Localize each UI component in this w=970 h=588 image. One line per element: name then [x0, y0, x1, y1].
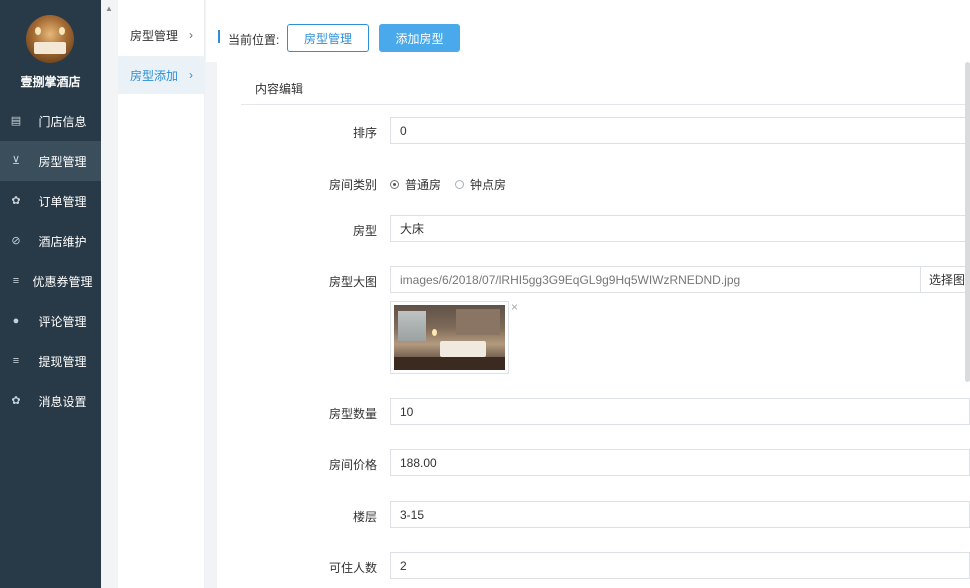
- radio-hourly-room-label: 钟点房: [470, 178, 507, 192]
- cart-icon: ⊻: [11, 155, 21, 167]
- sidebar-nav: ▤ 门店信息 ⊻ 房型管理 ✿ 订单管理 ⊘ 酒店维护 ≡ 优惠券管理 ● 评论…: [0, 101, 101, 421]
- room-type-input[interactable]: 大床: [390, 215, 970, 242]
- sort-label: 排序: [352, 126, 377, 140]
- subnav-item-label: 房型管理: [130, 28, 179, 43]
- user-icon: ●: [12, 315, 20, 327]
- list-icon: ≡: [12, 275, 20, 287]
- quantity-input[interactable]: 10: [390, 398, 970, 425]
- quantity-label: 房型数量: [328, 407, 377, 421]
- chevron-right-icon: ›: [189, 68, 193, 82]
- hotel-avatar: [26, 15, 74, 63]
- sidebar-item-label: 房型管理: [38, 154, 87, 169]
- panel-header: 内容编辑: [241, 72, 970, 105]
- main-content: 当前位置: 房型管理 添加房型 内容编辑 排序 0 房间类别 普通房 钟点房 房…: [206, 0, 970, 588]
- breadcrumb-marker: [218, 30, 220, 43]
- breadcrumb-label: 当前位置:: [228, 33, 280, 47]
- sidebar-item-reviews[interactable]: ● 评论管理: [0, 301, 101, 341]
- hotel-name: 壹捌掌酒店: [20, 75, 81, 89]
- remove-image-icon[interactable]: ×: [511, 300, 518, 314]
- select-image-button[interactable]: 选择图片: [920, 266, 970, 293]
- room-image-path-input[interactable]: images/6/2018/07/lRHI5gg3G9EqGL9g9Hq5WIW…: [390, 266, 921, 293]
- subnav-item-label: 房型添加: [130, 68, 179, 83]
- room-image-label: 房型大图: [328, 275, 377, 289]
- id-card-icon: ▤: [10, 115, 22, 127]
- page-scrollbar[interactable]: [965, 62, 970, 382]
- category-radio-group: 普通房 钟点房: [390, 176, 520, 193]
- sidebar-item-label: 订单管理: [38, 194, 87, 209]
- floor-input[interactable]: 3-15: [390, 501, 970, 528]
- room-management-button[interactable]: 房型管理: [287, 24, 369, 52]
- sidebar-item-label: 评论管理: [38, 314, 87, 329]
- category-label: 房间类别: [328, 178, 377, 192]
- compass-icon: ⊘: [11, 235, 21, 247]
- sort-input[interactable]: 0: [390, 117, 970, 144]
- sidebar-item-store-info[interactable]: ▤ 门店信息: [0, 101, 101, 141]
- panel-title: 内容编辑: [255, 82, 304, 96]
- scroll-up-icon[interactable]: ▲: [105, 4, 113, 13]
- sidebar-item-withdrawals[interactable]: ≡ 提现管理: [0, 341, 101, 381]
- radio-normal-room[interactable]: [390, 180, 399, 189]
- gear-icon: ✿: [11, 195, 21, 207]
- capacity-label: 可住人数: [328, 561, 377, 575]
- price-input[interactable]: 188.00: [390, 449, 970, 476]
- subnav-item-room-management[interactable]: 房型管理 ›: [118, 16, 205, 54]
- room-image-thumbnail: [390, 301, 509, 374]
- sidebar-item-room-types[interactable]: ⊻ 房型管理: [0, 141, 101, 181]
- gear-icon: ✿: [11, 395, 21, 407]
- breadcrumb-bar: 当前位置: 房型管理 添加房型: [206, 0, 970, 62]
- sidebar-item-label: 消息设置: [38, 394, 87, 409]
- sidebar-item-coupons[interactable]: ≡ 优惠券管理: [0, 261, 101, 301]
- sidebar-item-label: 门店信息: [38, 114, 87, 129]
- radio-normal-room-label: 普通房: [405, 178, 442, 192]
- sidebar-item-orders[interactable]: ✿ 订单管理: [0, 181, 101, 221]
- capacity-input[interactable]: 2: [390, 552, 970, 579]
- add-room-button[interactable]: 添加房型: [379, 24, 460, 52]
- radio-hourly-room[interactable]: [455, 180, 465, 189]
- sidebar-item-message-settings[interactable]: ✿ 消息设置: [0, 381, 101, 421]
- chevron-right-icon: ›: [189, 28, 193, 42]
- content-edit-panel: 内容编辑 排序 0 房间类别 普通房 钟点房 房型 大床 房型大图 images…: [217, 62, 970, 588]
- sidebar-item-label: 酒店维护: [38, 234, 87, 249]
- list-icon: ≡: [12, 355, 20, 367]
- main-sidebar: 壹捌掌酒店 ▤ 门店信息 ⊻ 房型管理 ✿ 订单管理 ⊘ 酒店维护 ≡ 优惠券管…: [0, 0, 101, 588]
- sidebar-item-label: 优惠券管理: [32, 274, 93, 289]
- sidebar-scrollbar[interactable]: [101, 0, 118, 588]
- price-label: 房间价格: [328, 458, 377, 472]
- subnav-item-add-room[interactable]: 房型添加 ›: [118, 56, 205, 94]
- room-type-label: 房型: [352, 224, 377, 238]
- sidebar-item-label: 提现管理: [38, 354, 87, 369]
- floor-label: 楼层: [352, 510, 377, 524]
- sidebar-item-hotel-maintenance[interactable]: ⊘ 酒店维护: [0, 221, 101, 261]
